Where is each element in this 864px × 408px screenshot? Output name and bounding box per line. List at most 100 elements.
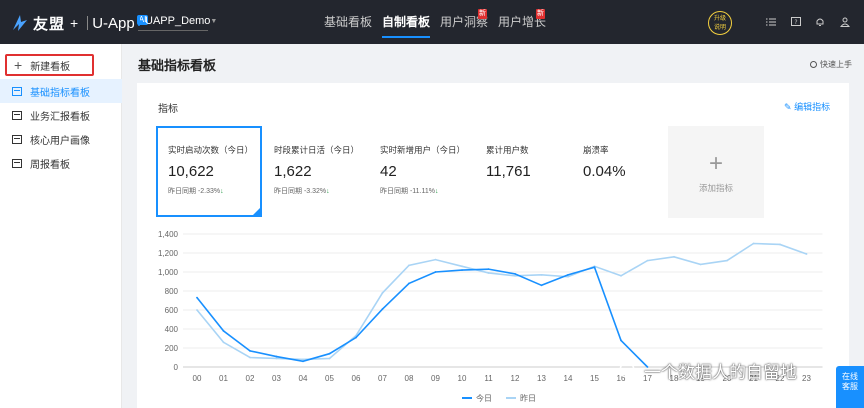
metric-value: 42 [380,163,397,180]
data-point [275,357,278,360]
data-point [249,356,251,359]
tab-custom-board[interactable]: 自制看板 [374,0,438,44]
pencil-icon: ✎ [784,102,792,112]
new-board-label: 新建看板 [30,61,71,73]
arrow-down-icon: ↓ [435,188,439,195]
quick-start-link[interactable]: 快速上手 [810,59,852,70]
data-point [540,273,543,276]
data-point [514,274,516,277]
sidebar-item-core-user-profile[interactable]: 核心用户画像 [0,127,122,151]
metric-card-total-users[interactable]: 累计用户数 11,761 [474,126,580,217]
y-tick-label: 200 [165,344,179,353]
x-tick-label: 01 [219,374,228,383]
metric-compare: 昨日同期 -11.11%↓ [380,186,474,196]
data-point [302,360,304,363]
data-point [196,309,198,311]
data-point [620,339,622,342]
sidebar-item-label: 核心用户画像 [30,135,90,147]
tab-user-growth[interactable]: 用户增长 [498,0,546,44]
x-tick-label: 13 [537,374,546,383]
x-tick-label: 07 [378,374,387,383]
tab-user-insight[interactable]: 用户洞察 [440,0,488,44]
edit-metrics-link[interactable]: ✎ 编辑指标 [784,100,830,113]
bell-icon[interactable] [815,17,825,27]
tab-basic-board[interactable]: 基础看板 [324,0,372,44]
x-tick-label: 03 [272,374,281,383]
data-point [328,352,331,355]
data-point [567,273,569,276]
data-point [646,259,649,262]
data-point [593,266,596,269]
info-icon [810,61,817,68]
series-line [196,266,649,368]
brand-name: 友盟 [33,15,66,33]
compare-value: -11.11% [409,188,435,195]
upgrade-label-1: 升级 [713,16,726,22]
plus-icon: + [708,150,723,177]
x-tick-label: 04 [299,374,308,383]
app-selector-label: UAPP_Demo [145,15,211,27]
app-selector[interactable]: UAPP_Demo ▼ [138,15,217,31]
brand-separator [87,16,89,30]
data-point [487,268,490,271]
list-icon[interactable] [766,17,776,27]
metric-name: 时段累计日活（今日） [274,145,360,155]
sidebar-item-weekly-report[interactable]: 周报看板 [0,151,122,175]
online-service-button[interactable]: 在线 客服 [836,366,864,408]
new-badge: 新 [478,9,487,19]
arrow-down-icon: ↓ [220,188,224,195]
x-tick-label: 23 [802,374,811,383]
metric-card-launches[interactable]: 实时启动次数（今日） 10,622 昨日同期 -2.33%↓ [156,126,262,217]
data-point [222,330,225,332]
metric-compare: 昨日同期 -2.33%↓ [168,186,260,196]
data-point [540,284,543,287]
help-icon[interactable]: ? [791,17,801,27]
svg-text:?: ? [794,19,797,26]
data-point [620,274,622,277]
data-point [461,269,463,271]
chevron-down-icon: ▼ [210,17,218,25]
metric-name: 实时启动次数（今日） [168,145,254,155]
compare-label: 昨日同期 [168,188,196,195]
upgrade-notes-button[interactable]: 升级 说明 [708,11,732,35]
metric-card-new-users[interactable]: 实时新增用户（今日） 42 昨日同期 -11.11%↓ [368,126,474,217]
compare-value: -2.33% [197,188,221,195]
data-point [514,273,516,275]
plus-icon: + [14,57,23,73]
metric-value: 0.04% [583,163,626,180]
sidebar-item-label: 基础指标看板 [30,87,90,99]
data-point [196,296,198,299]
compare-label: 昨日同期 [380,188,408,195]
board-icon [12,158,22,168]
metric-card-dau[interactable]: 时段累计日活（今日） 1,622 昨日同期 -3.32%↓ [262,126,368,217]
data-point [275,355,278,358]
upgrade-label-2: 说明 [713,25,726,31]
data-point [381,292,384,294]
user-icon[interactable] [840,17,850,27]
sidebar-item-basic-metrics[interactable]: 基础指标看板 [0,79,122,103]
logo[interactable]: 友盟 + U-App AI [11,12,149,34]
phone-icon [138,16,140,26]
edit-metrics-label: 编辑指标 [794,102,831,112]
x-tick-label: 12 [511,374,520,383]
data-point [726,259,728,262]
x-tick-label: 05 [325,374,334,383]
sidebar-item-label: 业务汇报看板 [30,111,90,123]
data-point [328,357,331,360]
product-name: U-App [92,14,135,32]
quick-start-label: 快速上手 [820,60,852,69]
watermark-text: 一个数据人的自留地 [644,363,797,382]
add-metric-button[interactable]: + 添加指标 [668,126,764,218]
data-point [487,272,490,274]
data-point [673,255,675,258]
board-icon [12,110,22,120]
data-point [567,275,569,278]
sidebar-item-business-report[interactable]: 业务汇报看板 [0,103,122,127]
data-point [408,282,410,285]
section-label: 指标 [158,104,178,115]
data-point [355,336,357,339]
new-board-button[interactable]: + 新建看板 [5,54,94,76]
metric-card-crash-rate[interactable]: 崩溃率 0.04% [571,126,677,217]
online-service-line-1: 在线 [842,372,858,381]
y-tick-label: 1,400 [158,230,179,239]
